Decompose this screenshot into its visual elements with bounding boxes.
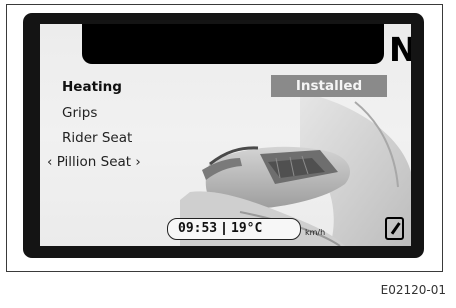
top-status-bar	[82, 24, 384, 64]
menu-item-rider-seat[interactable]: Rider Seat	[62, 130, 132, 146]
speed-unit: km/h	[305, 228, 326, 237]
menu-item-pillion-seat[interactable]: ‹ Pillion Seat ›	[47, 154, 141, 170]
tft-screen: N Heating Grips Rider Seat ‹ Pillion Sea…	[40, 24, 411, 246]
setting-value-badge: Installed	[271, 75, 387, 97]
clock: 09:53	[178, 221, 218, 236]
ambient-temperature: 19°C	[231, 221, 263, 236]
menu-item-heating[interactable]: Heating	[62, 79, 122, 95]
gear-indicator: N	[389, 30, 411, 69]
figure-code: E02120-01	[380, 283, 446, 297]
separator	[223, 222, 225, 235]
menu-item-grips[interactable]: Grips	[62, 105, 97, 121]
zero-speed-icon	[385, 217, 404, 240]
